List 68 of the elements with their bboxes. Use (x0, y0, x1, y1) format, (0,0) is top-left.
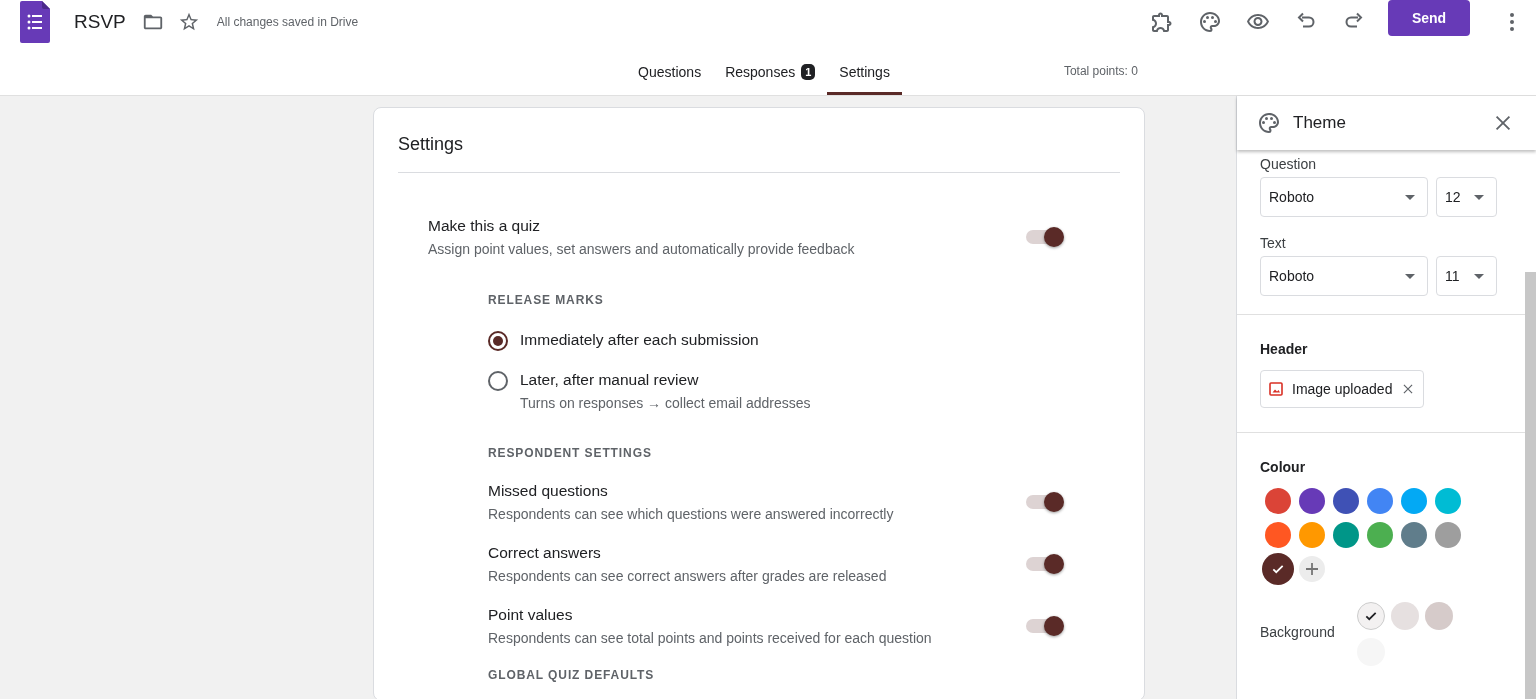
colour-swatch[interactable] (1367, 488, 1393, 514)
toggle-switch[interactable] (1026, 495, 1062, 509)
size-dropdown[interactable]: 12 (1436, 177, 1497, 217)
setting-description: Respondents can see which questions were answered incorrectly (488, 506, 894, 522)
setting-label: Correct answers (488, 544, 602, 562)
colour-swatch[interactable] (1265, 488, 1291, 514)
setting-description: Assign point values, set answers and automatically provide feedback (428, 241, 855, 257)
section-label: Header (1260, 341, 1309, 357)
card-title: Settings (398, 108, 1120, 173)
forms-logo-icon[interactable] (20, 1, 50, 43)
palette-icon (1257, 111, 1281, 135)
size-dropdown[interactable]: 11 (1436, 256, 1497, 296)
section-heading: RESPONDENT SETTINGS (488, 446, 653, 460)
setting-label: Missed questions (488, 482, 609, 500)
star-icon[interactable] (177, 11, 200, 33)
add-colour-button[interactable] (1299, 556, 1325, 582)
save-status: All changes saved in Drive (216, 15, 359, 29)
setting-description: Respondents can see total points and points received for each question (488, 630, 932, 646)
colour-swatch[interactable] (1435, 522, 1461, 548)
caret-icon (1474, 194, 1484, 200)
scrollbar[interactable] (1525, 272, 1536, 699)
setting-label: Make this a quiz (428, 217, 541, 235)
section-label: Colour (1260, 459, 1307, 475)
panel-title: Theme (1293, 113, 1347, 133)
colour-swatch[interactable] (1265, 522, 1291, 548)
count-badge: 1 (801, 64, 816, 80)
colour-swatch[interactable] (1401, 522, 1427, 548)
background-swatch[interactable] (1390, 602, 1419, 630)
section-heading: RELEASE MARKS (488, 293, 605, 307)
form-title[interactable]: RSVP (74, 11, 126, 33)
puzzle-icon[interactable] (1150, 10, 1174, 34)
caret-icon (1405, 273, 1415, 279)
colour-swatch[interactable] (1262, 553, 1294, 585)
section-heading: GLOBAL QUIZ DEFAULTS (488, 668, 656, 682)
colour-swatch[interactable] (1401, 488, 1427, 514)
field-label: Text (1260, 235, 1287, 251)
image-icon (1269, 382, 1283, 396)
background-swatch[interactable] (1424, 602, 1453, 630)
tab[interactable]: Questions (626, 44, 714, 95)
field-label: Question (1260, 156, 1318, 172)
palette-icon[interactable] (1198, 10, 1222, 34)
send-button[interactable]: Send (1388, 0, 1470, 36)
setting-label: Point values (488, 606, 574, 624)
field-label: Background (1260, 623, 1335, 640)
toggle-switch[interactable] (1026, 619, 1062, 633)
plus-icon (1305, 562, 1319, 576)
caret-icon (1405, 194, 1415, 200)
tab[interactable]: Responses 1 (713, 44, 828, 95)
background-swatch[interactable] (1356, 602, 1385, 630)
option-label: Immediately after each submission (520, 331, 759, 349)
font-dropdown[interactable]: Roboto (1260, 256, 1428, 296)
radio-button[interactable] (488, 331, 508, 351)
toggle-switch[interactable] (1026, 557, 1062, 571)
radio-button[interactable] (488, 371, 508, 391)
toggle-switch[interactable] (1026, 230, 1062, 244)
colour-swatch[interactable] (1333, 522, 1359, 548)
total-points: Total points: 0 (1062, 63, 1139, 78)
font-dropdown[interactable]: Roboto (1260, 177, 1428, 217)
image-chip[interactable]: Image uploaded (1260, 370, 1425, 408)
colour-swatch[interactable] (1333, 488, 1359, 514)
colour-swatch[interactable] (1299, 522, 1325, 548)
setting-description: Respondents can see correct answers after grades are released (488, 568, 887, 584)
option-hint: Turns on responses → collect email addresses (520, 395, 811, 411)
option-label: Later, after manual review (520, 371, 700, 389)
colour-swatch[interactable] (1367, 522, 1393, 548)
colour-swatch[interactable] (1299, 488, 1325, 514)
colour-swatch[interactable] (1435, 488, 1461, 514)
caret-icon (1474, 273, 1484, 279)
